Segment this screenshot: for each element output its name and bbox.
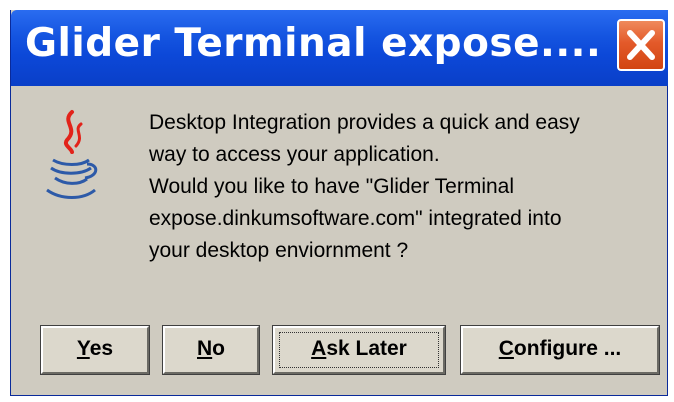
ask-later-label: sk Later bbox=[326, 337, 407, 360]
ask-later-button[interactable]: Ask Later bbox=[272, 325, 446, 375]
yes-mnemonic: Y bbox=[76, 337, 90, 360]
close-icon bbox=[627, 30, 655, 60]
window-title: Glider Terminal expose.... bbox=[25, 21, 602, 66]
question-line: Would you like to have "Glider Terminal bbox=[149, 175, 515, 198]
no-button[interactable]: No bbox=[162, 325, 260, 375]
yes-button[interactable]: Yes bbox=[40, 325, 150, 375]
description-text: Desktop Integration provides a quick and… bbox=[149, 107, 580, 171]
dialog-window: Glider Terminal expose.... Desktop Integ… bbox=[10, 10, 668, 396]
question-line: your desktop enviornment ? bbox=[149, 239, 409, 262]
java-coffee-cup-icon bbox=[46, 110, 98, 199]
description-line: way to access your application. bbox=[149, 143, 440, 166]
no-label: o bbox=[212, 337, 225, 360]
configure-mnemonic: C bbox=[498, 337, 514, 360]
question-line: expose.dinkumsoftware.com" integrated in… bbox=[149, 207, 562, 230]
configure-label: onfigure ... bbox=[513, 337, 622, 360]
description-line: Desktop Integration provides a quick and… bbox=[149, 111, 580, 134]
ask-later-mnemonic: A bbox=[311, 337, 327, 360]
no-mnemonic: N bbox=[197, 337, 213, 360]
close-button[interactable] bbox=[617, 19, 665, 71]
yes-label: es bbox=[89, 337, 114, 360]
question-text: Would you like to have "Glider Terminal … bbox=[149, 171, 562, 267]
configure-button[interactable]: Configure ... bbox=[460, 325, 660, 375]
title-bar[interactable]: Glider Terminal expose.... bbox=[11, 10, 668, 86]
dialog-content: Desktop Integration provides a quick and… bbox=[11, 86, 667, 396]
